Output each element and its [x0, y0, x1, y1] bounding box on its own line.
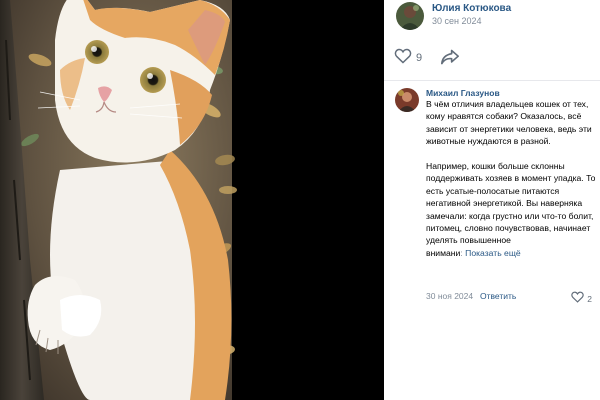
like-count: 9	[416, 52, 423, 64]
divider	[384, 80, 600, 81]
post-actions: 9	[384, 44, 600, 72]
comment-like-count: 2	[587, 294, 592, 304]
reply-link[interactable]: Ответить	[480, 291, 516, 301]
commenter-avatar[interactable]	[395, 88, 419, 112]
post-author-name[interactable]: Юлия Котюкова	[432, 3, 511, 14]
comment-truncated-text: внимани	[426, 247, 461, 258]
comment-footer: 30 ноя 2024 Ответить 2	[426, 291, 592, 304]
comment-paragraph: Например, кошки больше склонны поддержив…	[426, 161, 596, 246]
comment-text: В чём отличия владельцев кошек от тех, к…	[426, 99, 596, 258]
comment-item: Михаил Глазунов В чём отличия владельцев…	[384, 84, 600, 400]
post-side-panel: Юлия Котюкова 30 сен 2024 9 Михаил Глазу…	[384, 0, 600, 400]
comment-like-button[interactable]: 2	[571, 290, 592, 308]
comment-date[interactable]: 30 ноя 2024	[426, 291, 473, 301]
heart-icon	[394, 48, 412, 69]
author-avatar[interactable]	[396, 2, 424, 30]
like-button[interactable]: 9	[394, 48, 422, 68]
post-photo[interactable]	[0, 0, 384, 400]
comment-paragraph: В чём отличия владельцев кошек от тех, к…	[426, 99, 592, 147]
share-button[interactable]	[440, 48, 462, 68]
post-date[interactable]: 30 сен 2024	[432, 16, 482, 26]
heart-icon	[571, 290, 585, 308]
post-header: Юлия Котюкова 30 сен 2024	[384, 0, 600, 34]
commenter-name[interactable]: Михаил Глазунов	[426, 88, 500, 98]
kitten-photo	[0, 0, 384, 400]
share-arrow-icon	[440, 49, 460, 70]
show-more-link[interactable]: Показать ещё	[465, 248, 521, 258]
